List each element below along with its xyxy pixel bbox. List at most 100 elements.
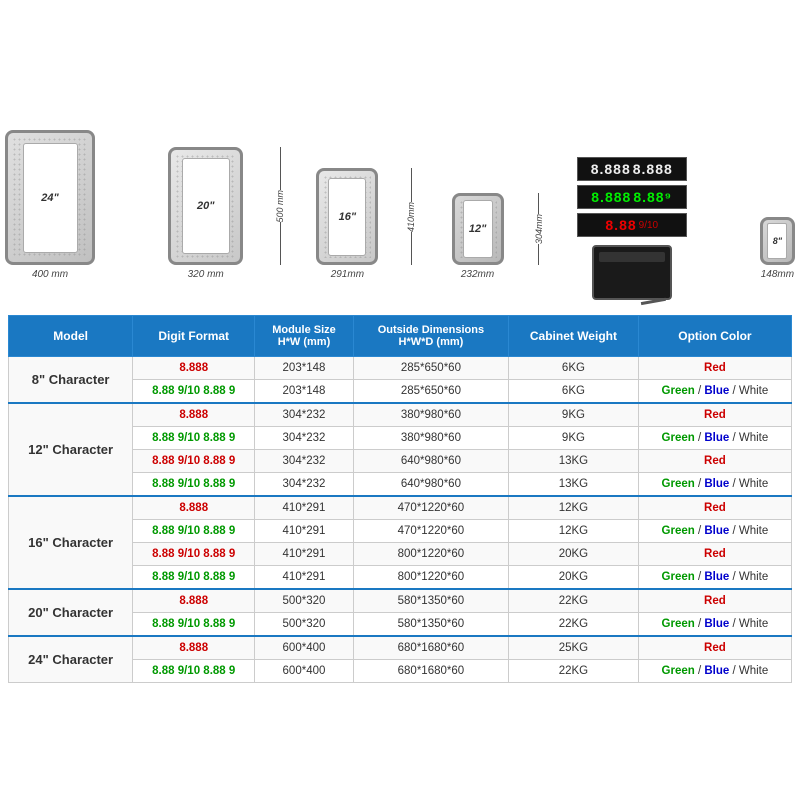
module-size-cell: 410*291 <box>255 520 354 543</box>
digit-format-cell: 8.88 9/10 8.88 9 <box>133 543 255 566</box>
digit-label-20: 20" <box>197 200 214 212</box>
module-size-cell: 410*291 <box>255 496 354 520</box>
module-size-cell: 203*148 <box>255 357 354 380</box>
color-red-label: Red <box>704 455 726 467</box>
module-size-cell: 600*400 <box>255 660 354 683</box>
model-cell-0: 8" Character <box>9 357 133 404</box>
color-gbw-label: Green / Blue / White <box>662 385 769 397</box>
option-color-cell: Green / Blue / White <box>638 380 791 404</box>
spec-table: Model Digit Format Module SizeH*W (mm) O… <box>8 315 792 683</box>
module-size-cell: 410*291 <box>255 543 354 566</box>
outer-dim-cell: 640*980*60 <box>353 450 508 473</box>
weight-cell: 12KG <box>509 520 639 543</box>
digit-format-cell: 8.88 9/10 8.88 9 <box>133 660 255 683</box>
weight-cell: 22KG <box>509 613 639 637</box>
weight-cell: 9KG <box>509 427 639 450</box>
dim-h-12: 304mm <box>534 214 544 244</box>
module-size-cell: 203*148 <box>255 380 354 404</box>
v-dim-12: 304mm <box>534 193 544 265</box>
color-red-label: Red <box>704 548 726 560</box>
color-red-label: Red <box>704 362 726 374</box>
option-color-cell: Green / Blue / White <box>638 427 791 450</box>
digit-format-cell: 8.88 9/10 8.88 9 <box>133 427 255 450</box>
color-gbw-label: Green / Blue / White <box>662 618 769 630</box>
weight-cell: 9KG <box>509 403 639 427</box>
outer-dim-cell: 285*650*60 <box>353 380 508 404</box>
weight-cell: 22KG <box>509 589 639 613</box>
option-color-cell: Red <box>638 589 791 613</box>
digit-format-cell: 8.88 9/10 8.88 9 <box>133 473 255 497</box>
module-size-cell: 410*291 <box>255 566 354 590</box>
model-cell-4: 24" Character <box>9 636 133 683</box>
col-outside-dim: Outside DimensionsH*W*D (mm) <box>353 316 508 357</box>
option-color-cell: Green / Blue / White <box>638 473 791 497</box>
option-color-cell: Red <box>638 636 791 660</box>
option-color-cell: Red <box>638 496 791 520</box>
digit-20: 500 mm 20" 320 mm <box>168 147 243 280</box>
digit-format-cell: 8.888 <box>133 589 255 613</box>
option-color-cell: Red <box>638 543 791 566</box>
digit-label-8: 8" <box>773 236 782 246</box>
color-gbw-label: Green / Blue / White <box>662 432 769 444</box>
option-color-cell: Red <box>638 450 791 473</box>
digit-8: 203mm 8" 148mm <box>760 217 795 280</box>
color-gbw-label: Green / Blue / White <box>662 478 769 490</box>
digit-16: 410mm 16" 291mm <box>316 168 378 280</box>
digit-format-cell: 8.888 <box>133 357 255 380</box>
weight-cell: 13KG <box>509 450 639 473</box>
display-red: 8.88 9/10 <box>577 213 687 237</box>
module-size-cell: 304*232 <box>255 473 354 497</box>
color-gbw-label: Green / Blue / White <box>662 665 769 677</box>
weight-cell: 20KG <box>509 543 639 566</box>
outer-dim-cell: 680*1680*60 <box>353 636 508 660</box>
module-size-cell: 304*232 <box>255 450 354 473</box>
seg-green-text: 8.888 <box>591 189 631 205</box>
model-cell-1: 12" Character <box>9 403 133 496</box>
digit-24: 600 mm 24" 400 mm <box>5 130 95 280</box>
outer-dim-cell: 580*1350*60 <box>353 589 508 613</box>
digit-shape-24: 24" <box>5 130 95 265</box>
option-color-cell: Green / Blue / White <box>638 613 791 637</box>
outer-dim-cell: 580*1350*60 <box>353 613 508 637</box>
digit-format-cell: 8.888 <box>133 636 255 660</box>
outer-dim-cell: 640*980*60 <box>353 473 508 497</box>
col-digit-format: Digit Format <box>133 316 255 357</box>
dim-w-8: 148mm <box>761 269 794 280</box>
outer-dim-cell: 800*1220*60 <box>353 543 508 566</box>
module-size-cell: 500*320 <box>255 613 354 637</box>
model-cell-2: 16" Character <box>9 496 133 589</box>
outer-dim-cell: 470*1220*60 <box>353 520 508 543</box>
col-model: Model <box>9 316 133 357</box>
color-gbw-label: Green / Blue / White <box>662 525 769 537</box>
dim-w-20: 320 mm <box>188 269 224 280</box>
seg-green-text2: 8.88⁹ <box>633 189 672 205</box>
outer-dim-cell: 380*980*60 <box>353 427 508 450</box>
digit-12: 304mm 12" 232mm <box>452 193 504 280</box>
digit-format-cell: 8.88 9/10 8.88 9 <box>133 613 255 637</box>
col-option-color: Option Color <box>638 316 791 357</box>
weight-cell: 13KG <box>509 473 639 497</box>
module-size-cell: 500*320 <box>255 589 354 613</box>
outer-dim-cell: 680*1680*60 <box>353 660 508 683</box>
dim-w-12: 232mm <box>461 269 494 280</box>
power-supply <box>592 245 672 300</box>
weight-cell: 6KG <box>509 357 639 380</box>
digit-format-cell: 8.88 9/10 8.88 9 <box>133 520 255 543</box>
outer-dim-cell: 285*650*60 <box>353 357 508 380</box>
v-dim-16: 410mm <box>406 168 416 265</box>
weight-cell: 20KG <box>509 566 639 590</box>
weight-cell: 25KG <box>509 636 639 660</box>
option-color-cell: Green / Blue / White <box>638 520 791 543</box>
digit-shape-20: 20" <box>168 147 243 265</box>
digit-format-cell: 8.888 <box>133 496 255 520</box>
digit-format-cell: 8.888 <box>133 403 255 427</box>
module-size-cell: 304*232 <box>255 427 354 450</box>
col-cabinet-weight: Cabinet Weight <box>509 316 639 357</box>
col-module-size: Module SizeH*W (mm) <box>255 316 354 357</box>
seg-red-sup: 9/10 <box>639 220 658 231</box>
v-dim-20: 500 mm <box>275 147 285 265</box>
option-color-cell: Green / Blue / White <box>638 660 791 683</box>
digit-label-12: 12" <box>469 223 486 235</box>
color-red-label: Red <box>704 409 726 421</box>
module-size-cell: 304*232 <box>255 403 354 427</box>
